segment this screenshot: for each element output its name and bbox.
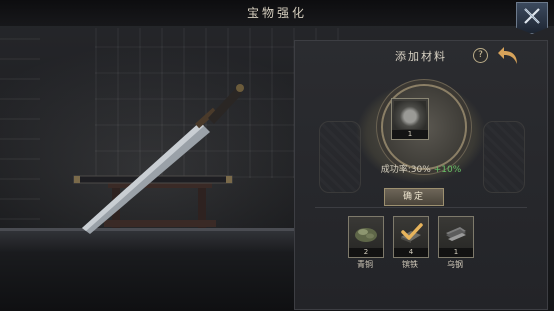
- back-button[interactable]: [496, 44, 522, 66]
- bronze-ore-icon: [355, 228, 377, 242]
- material-black-steel[interactable]: 1 乌钢: [438, 216, 474, 269]
- sword-illustration: [73, 84, 244, 234]
- material-slot: 1: [438, 216, 474, 258]
- page-title: 宝物强化: [246, 6, 307, 20]
- ornament-left: [319, 121, 361, 193]
- back-arrow-icon: [498, 47, 517, 64]
- iron-ingot-icon: [394, 101, 426, 129]
- divider: [315, 207, 527, 208]
- close-button[interactable]: [516, 2, 548, 34]
- main-item-slot[interactable]: 1: [391, 98, 429, 140]
- floor: [0, 228, 300, 311]
- black-steel-icon: [446, 227, 466, 241]
- lattice-window-left: [0, 30, 40, 220]
- material-count: 1: [439, 248, 473, 257]
- success-rate-label: 成功率:30%: [380, 165, 431, 175]
- material-fine-iron[interactable]: 4 镔铁: [393, 216, 429, 269]
- confirm-button[interactable]: 确定: [384, 188, 444, 206]
- title-bar: 宝物强化: [0, 0, 554, 26]
- success-rate-bonus: +10%: [433, 165, 462, 175]
- checkmark-icon: [401, 223, 423, 240]
- help-button[interactable]: ?: [473, 48, 488, 63]
- material-slot: 4: [393, 216, 429, 258]
- ornament-right: [483, 121, 525, 193]
- material-count: 4: [394, 248, 428, 257]
- success-rate: 成功率:30% +10%: [295, 162, 547, 175]
- material-slot: 2: [348, 216, 384, 258]
- enhance-panel: 添加材料 ? 1 成功率:30% +10% 确定 2 青铜 4 镔铁 1 乌钢: [294, 40, 548, 310]
- material-name: 乌钢: [447, 260, 463, 269]
- main-item-count: 1: [392, 130, 428, 139]
- panel-header: 添加材料 ?: [295, 41, 547, 69]
- material-name: 青铜: [357, 260, 373, 269]
- material-bronze[interactable]: 2 青铜: [348, 216, 384, 269]
- close-x-icon: [524, 8, 540, 24]
- material-name: 镔铁: [402, 260, 418, 269]
- material-count: 2: [349, 248, 383, 257]
